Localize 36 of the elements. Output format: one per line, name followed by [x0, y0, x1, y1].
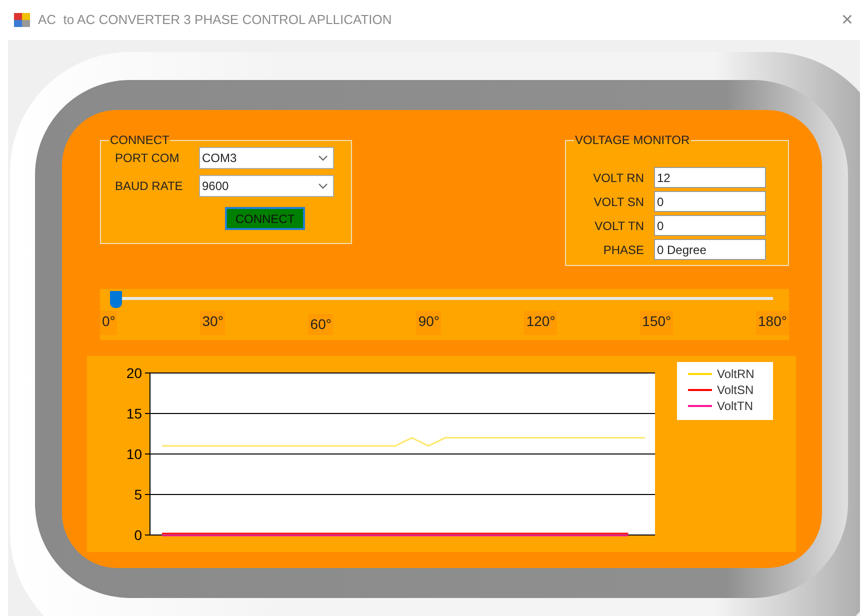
input-field[interactable]: 0 — [654, 215, 766, 236]
input-field[interactable]: 0 — [654, 191, 766, 212]
input-field[interactable]: 12 — [654, 167, 766, 188]
chevron-down-icon — [318, 183, 328, 189]
field-label: VOLT TN — [594, 218, 645, 234]
axis-tick-label: 20 — [126, 365, 142, 381]
dropdown[interactable]: COM3 — [199, 147, 334, 169]
tick-label: 120° — [524, 311, 558, 335]
connect-button[interactable]: CONNECT — [225, 207, 305, 230]
app-icon — [14, 13, 30, 27]
group-title: CONNECT — [109, 132, 170, 149]
axis-tick-label: 15 — [126, 406, 142, 422]
field-label: BAUD RATE — [115, 178, 184, 195]
tick-label: 180° — [756, 311, 789, 335]
group-title: VOLTAGE MONITOR — [574, 132, 691, 149]
field-label: VOLT SN — [592, 194, 645, 210]
chevron-down-icon — [318, 155, 328, 161]
window-title: AC to AC CONVERTER 3 PHASE CONTROL APLLICATION — [38, 11, 392, 30]
dropdown[interactable]: 9600 — [199, 175, 334, 197]
tick-label: 150° — [640, 311, 674, 335]
input-field[interactable]: 0 Degree — [654, 239, 766, 260]
field-label: VOLT RN — [592, 170, 645, 186]
legend-label: VoltTN — [717, 399, 754, 413]
field-label: PHASE — [602, 242, 645, 258]
axis-tick-label: 0 — [134, 527, 142, 543]
tick-label: 0° — [100, 311, 118, 335]
tick-label: 60° — [308, 314, 334, 335]
legend-label: VoltSN — [717, 383, 754, 397]
axis-tick-label: 10 — [126, 446, 142, 462]
slider-thumb[interactable] — [110, 291, 122, 308]
axis-tick-label: 5 — [134, 486, 142, 502]
tick-label: 90° — [416, 311, 442, 335]
legend-label: VoltRN — [717, 367, 754, 381]
tick-label: 30° — [200, 311, 226, 335]
field-label: PORT COM — [115, 150, 180, 167]
close-button[interactable]: × — [841, 10, 853, 30]
